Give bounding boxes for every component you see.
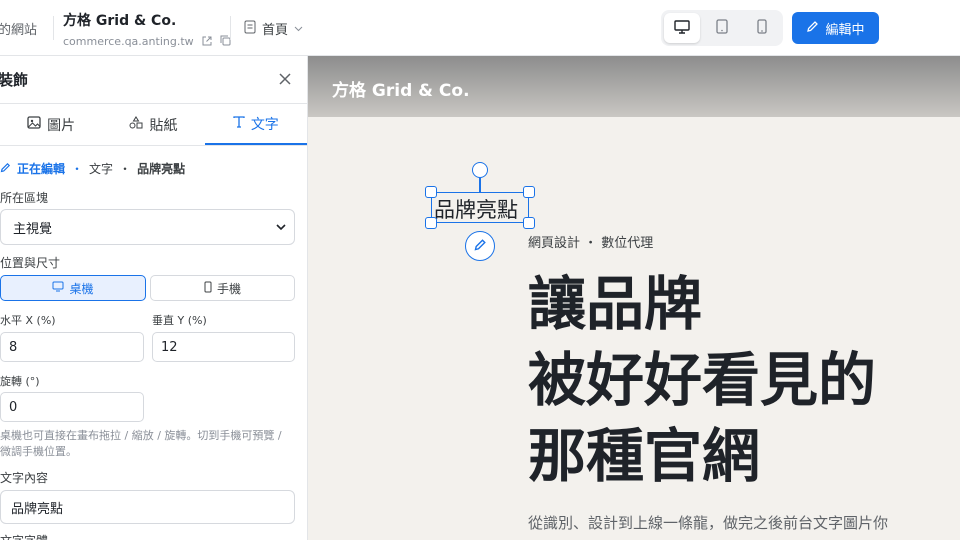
panel-header: 裝飾 [0,56,307,104]
page-select[interactable]: 首頁 [244,19,303,38]
hero-subline: 從識別、設計到上線一條龍，做完之後前台文字圖片你 [528,514,889,532]
hero-brand: 方格 Grid & Co. [332,81,470,101]
editing-status: 正在編輯 [17,162,66,176]
headline-line-3: 那種官網 [528,422,761,490]
pencil-icon [0,162,11,176]
rotate-connector [479,178,481,192]
divider [53,16,54,40]
content-input[interactable]: 品牌亮點 [0,490,295,524]
rotate-handle[interactable] [472,162,488,178]
tab-text-label: 文字 [250,116,279,133]
y-input[interactable]: 12 [152,332,295,362]
panel-title: 裝飾 [0,71,29,89]
rotation-label: 旋轉 (°) [0,375,40,388]
mobile-icon [757,18,767,38]
headline-line-2: 被好好看見的 [528,346,877,414]
pencil-icon [806,20,819,37]
site-header-preview: 方格 Grid & Co. [308,56,960,117]
x-label: 水平 X (%) [0,314,56,327]
resize-handle-ne[interactable] [523,186,535,198]
desktop-icon [674,19,690,38]
section-select[interactable]: 主視覺 [0,209,295,245]
y-label: 垂直 Y (%) [152,314,207,327]
separator-dot: ・ [71,162,84,176]
page-icon [244,20,256,38]
external-link-icon[interactable] [202,31,212,50]
preview-canvas[interactable]: 方格 Grid & Co. 品牌亮點 網頁設計 ・ 數位代理 讓品牌 被好好看見… [308,56,960,540]
editing-button-label: 編輯中 [825,22,865,38]
resize-handle-se[interactable] [523,217,535,229]
hero-headline: 讓品牌 被好好看見的 那種官網 [528,266,876,494]
site-name: 方格 Grid & Co. [63,13,177,29]
editing-button[interactable]: 編輯中 [792,12,879,44]
resize-handle-sw[interactable] [425,217,437,229]
font-label: 文字字體 [0,532,48,540]
seg-mobile[interactable]: 手機 [150,275,295,301]
shapes-icon [129,116,143,133]
tab-sticker-label: 貼紙 [149,117,178,134]
rotation-input[interactable]: 0 [0,392,144,422]
seg-desktop[interactable]: 桌機 [0,275,146,301]
resize-handle-nw[interactable] [425,186,437,198]
x-input[interactable]: 8 [0,332,144,362]
decoration-panel: 裝飾 圖片 貼紙 文字 正在編輯 ・ 文字 ・ 品牌亮點 所在區塊 主視覺 位置… [0,56,308,540]
seg-desktop-label: 桌機 [69,281,94,296]
seg-mobile-label: 手機 [216,281,241,296]
hero-eyebrow: 網頁設計 ・ 數位代理 [528,236,654,251]
element-name: 品牌亮點 [137,162,186,176]
tablet-preview-button[interactable] [704,13,740,43]
desktop-icon [52,281,64,295]
section-label: 所在區塊 [0,191,49,205]
site-domain[interactable]: commerce.qa.anting.tw [63,35,194,48]
tab-text[interactable]: 文字 [204,104,307,145]
text-icon [233,115,245,132]
mobile-icon [204,281,212,296]
tablet-icon [716,18,728,38]
content-label: 文字內容 [0,471,49,485]
tab-image[interactable]: 圖片 [0,104,102,145]
mobile-preview-button[interactable] [744,13,780,43]
decoration-tabs: 圖片 貼紙 文字 [0,104,307,146]
hint-text: 桌機也可直接在畫布拖拉 / 縮放 / 旋轉。切到手機可預覽 / 微調手機位置。 [0,429,282,458]
chevron-down-icon [294,21,303,36]
divider [230,16,231,40]
section-select-value: 主視覺 [13,221,53,237]
chevron-down-icon [276,220,286,235]
edit-text-handle[interactable] [465,231,495,261]
tab-image-label: 圖片 [47,117,76,134]
element-type: 文字 [89,162,114,176]
close-icon[interactable] [279,70,291,89]
image-icon [27,116,41,133]
site-brand: 方格 Grid & Co. commerce.qa.anting.tw [63,10,231,50]
pencil-icon [473,237,487,256]
selected-text-element[interactable]: 品牌亮點 [434,194,518,224]
desktop-preview-button[interactable] [664,13,700,43]
site-breadcrumb[interactable]: 的網站 [0,19,37,38]
edit-breadcrumb: 正在編輯 ・ 文字 ・ 品牌亮點 [0,160,185,177]
tab-sticker[interactable]: 貼紙 [102,104,204,145]
page-select-label: 首頁 [262,23,289,38]
headline-line-1: 讓品牌 [528,270,703,338]
separator-dot: ・ [119,162,132,176]
device-switcher [661,10,783,46]
position-label: 位置與尺寸 [0,256,61,270]
top-bar: 的網站 方格 Grid & Co. commerce.qa.anting.tw … [0,0,960,56]
